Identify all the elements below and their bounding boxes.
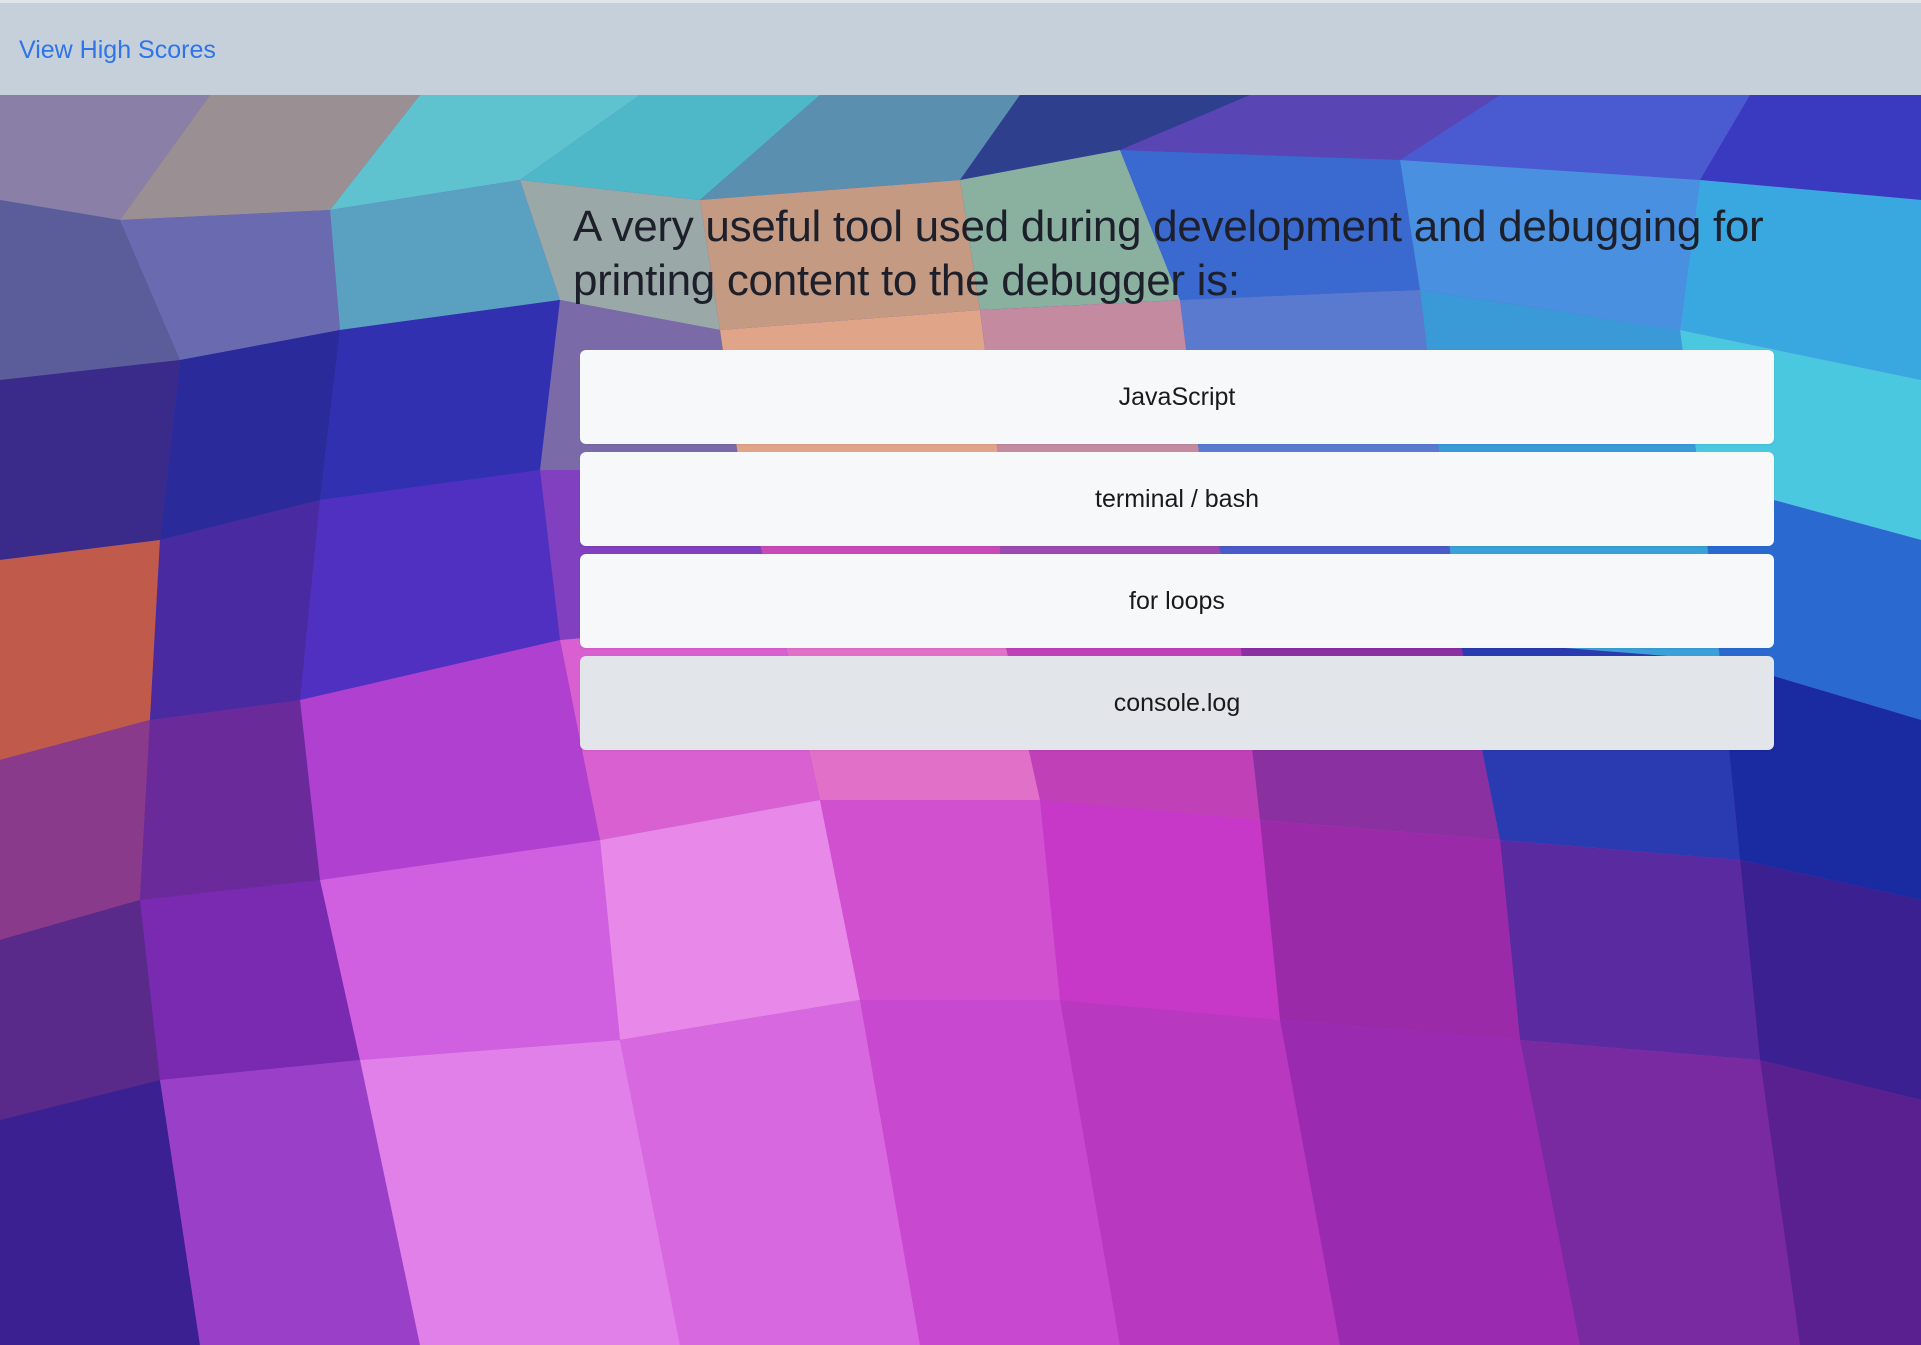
top-nav-bar: View High Scores <box>0 0 1921 95</box>
answer-choices: JavaScript terminal / bash for loops con… <box>573 350 1774 750</box>
question-text: A very useful tool used during developme… <box>573 202 1764 305</box>
quiz-card: A very useful tool used during developme… <box>573 200 1774 758</box>
answer-choice-4[interactable]: console.log <box>580 656 1774 750</box>
answer-choice-1[interactable]: JavaScript <box>580 350 1774 444</box>
answer-choice-3[interactable]: for loops <box>580 554 1774 648</box>
view-high-scores-link[interactable]: View High Scores <box>19 36 216 65</box>
answer-choice-2[interactable]: terminal / bash <box>580 452 1774 546</box>
